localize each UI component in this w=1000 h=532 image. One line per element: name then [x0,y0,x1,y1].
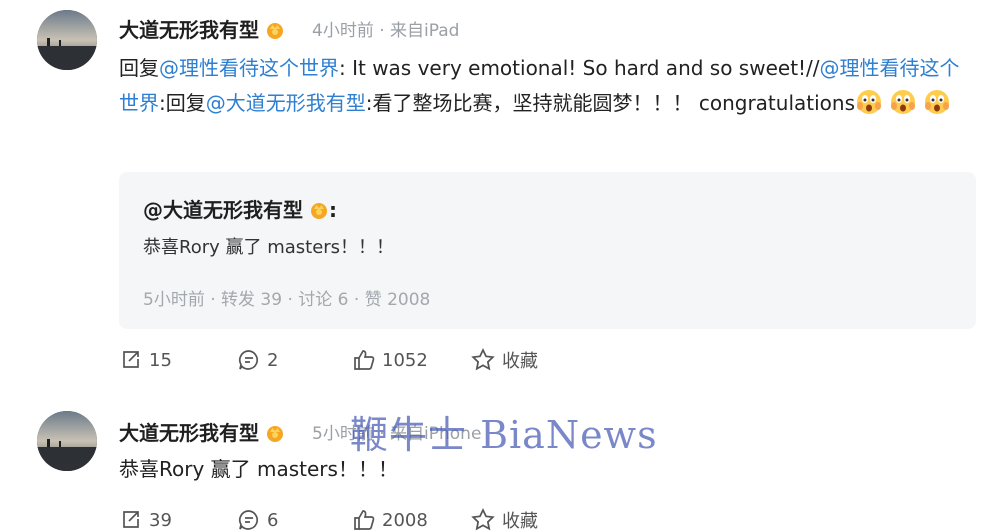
author-name[interactable]: 大道无形我有型 [119,417,285,446]
like-icon [354,510,375,530]
text-segment: : It was very emotional! So hard and so … [339,56,820,80]
author-name-text[interactable]: 大道无形我有型 [119,18,259,42]
repost-button[interactable]: 15 [119,348,172,372]
quoted-author-colon: : [329,198,337,222]
comment-button[interactable]: 2 [237,348,278,372]
comment-icon [238,350,258,370]
comment-button[interactable]: 6 [237,508,278,532]
like-button[interactable]: 2008 [352,508,428,532]
like-icon [354,350,375,370]
mention-link[interactable]: @大道无形我有型 [206,91,366,115]
shocked-emoji-icon [923,88,951,116]
author-name[interactable]: 大道无形我有型 [119,14,285,43]
text-segment: 回复 [119,56,159,80]
vip-badge-icon [265,20,285,40]
quoted-author-text[interactable]: @大道无形我有型 [143,198,303,222]
watermark: 鞭牛士 BiaNews [350,413,658,457]
vip-badge-icon [309,200,329,220]
favorite-label: 收藏 [502,511,538,532]
repost-icon [123,511,139,528]
post-text: 回复@理性看待这个世界: It was very emotional! So h… [119,51,969,121]
post-meta: 4小时前 · 来自iPad [312,21,460,41]
like-count: 1052 [382,349,428,371]
comment-count: 6 [267,509,279,531]
quoted-meta[interactable]: 5小时前 · 转发 39 · 讨论 6 · 赞 2008 [143,285,430,310]
mention-link[interactable]: @理性看待这个世界 [159,56,339,80]
quoted-author[interactable]: @大道无形我有型: [143,194,337,223]
quoted-post-card[interactable]: @大道无形我有型: 恭喜Rory 赢了 masters！！！ 5小时前 · 转发… [119,172,976,329]
favorite-button[interactable]: 收藏 [470,507,538,532]
repost-count: 39 [149,509,172,531]
action-bar: 15 2 1052 收藏 [0,347,1000,373]
action-bar: 39 6 2008 收藏 [0,507,1000,532]
like-button[interactable]: 1052 [352,348,428,372]
favorite-star-icon [471,348,495,371]
favorite-button[interactable]: 收藏 [470,347,538,373]
avatar[interactable] [37,411,97,471]
shocked-emoji-icon [855,88,883,116]
like-count: 2008 [382,509,428,531]
shocked-emoji-icon [889,88,917,116]
repost-count: 15 [149,349,172,371]
author-name-text[interactable]: 大道无形我有型 [119,421,259,445]
repost-icon [123,351,139,368]
avatar[interactable] [37,10,97,70]
text-segment: :看了整场比赛，坚持就能圆梦！！！ congratulations [365,91,855,115]
favorite-star-icon [471,508,495,531]
comment-count: 2 [267,349,279,371]
favorite-label: 收藏 [502,351,538,372]
quoted-text: 恭喜Rory 赢了 masters！！！ [143,237,395,258]
vip-badge-icon [265,423,285,443]
comment-icon [238,510,258,530]
repost-button[interactable]: 39 [119,508,172,532]
text-segment: :回复 [159,91,206,115]
